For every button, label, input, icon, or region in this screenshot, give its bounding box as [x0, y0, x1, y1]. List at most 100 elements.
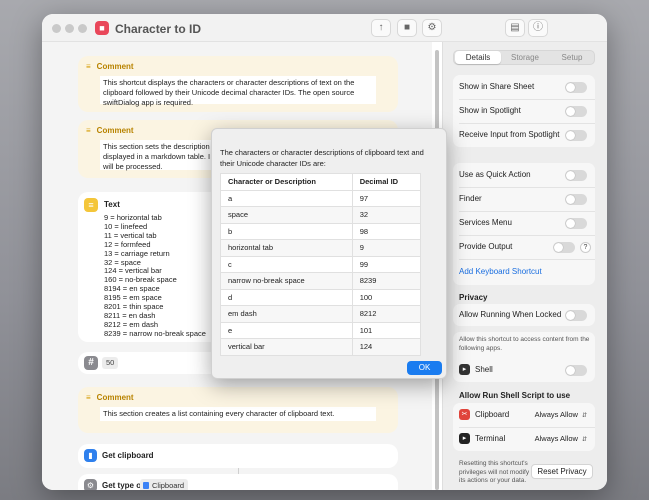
terminal-access-label: Terminal: [475, 434, 506, 443]
table-row: space 32: [220, 206, 422, 224]
run-shell-group: ✂ Clipboard Always Allow ⇵ ▸ Terminal Alw…: [453, 403, 595, 451]
character-cell: space: [220, 206, 353, 224]
shell-group: Allow this shortcut to access content fr…: [453, 332, 595, 382]
tab-details[interactable]: Details: [455, 51, 501, 64]
allow-locked-toggle[interactable]: [565, 310, 587, 321]
table-row: narrow no-break space 8239: [220, 272, 422, 290]
close-window-button[interactable]: [52, 24, 61, 33]
share-sheet-toggle[interactable]: [565, 82, 587, 93]
library-icon[interactable]: ▤: [505, 19, 525, 37]
table-row: d 100: [220, 288, 422, 306]
zoom-window-button[interactable]: [78, 24, 87, 33]
comment-action[interactable]: ≡ Comment This section creates a list con…: [78, 387, 398, 433]
services-menu-toggle[interactable]: [565, 218, 587, 229]
sharing-group: Show in Share Sheet Show in Spotlight Re…: [453, 75, 595, 147]
shell-toggle[interactable]: [565, 365, 587, 376]
clipboard-variable-label: Clipboard: [152, 481, 185, 490]
table-row: vertical bar 124: [220, 338, 422, 356]
decimal-id-cell: 100: [351, 288, 422, 306]
allow-locked-label: Allow Running When Locked: [459, 310, 562, 319]
column-header: Character or Description: [220, 173, 353, 191]
provide-output-toggle[interactable]: [553, 242, 575, 253]
row-spotlight: Show in Spotlight: [459, 99, 589, 123]
spotlight-label: Show in Spotlight: [459, 106, 521, 115]
tab-storage[interactable]: Storage: [502, 51, 548, 64]
list-icon: ≡: [86, 393, 91, 402]
row-allow-locked: Allow Running When Locked: [459, 303, 589, 327]
character-cell: narrow no-break space: [220, 272, 353, 290]
info-icon[interactable]: ⓘ: [528, 19, 548, 37]
details-panel: Details Storage Setup Show in Share Shee…: [442, 42, 607, 490]
text-line: 8239 = narrow no-break space: [104, 328, 206, 338]
share-sheet-label: Show in Share Sheet: [459, 82, 535, 91]
character-cell: vertical bar: [220, 338, 353, 356]
add-keyboard-shortcut-link[interactable]: Add Keyboard Shortcut: [459, 260, 589, 284]
provide-output-label: Provide Output: [459, 242, 513, 251]
number-value[interactable]: 50: [102, 357, 119, 369]
share-icon[interactable]: ↑: [371, 19, 391, 37]
finder-toggle[interactable]: [565, 194, 587, 205]
row-finder: Finder: [459, 187, 589, 211]
comment-label: Comment: [96, 126, 134, 135]
table-row: horizontal tab 9: [220, 239, 422, 257]
column-header: Decimal ID: [351, 173, 422, 191]
locked-group: Allow Running When Locked: [453, 304, 595, 326]
clipboard-access-select[interactable]: Always Allow ⇵: [535, 403, 587, 428]
text-content[interactable]: 9 = horizontal tab 10 = linefeed 11 = ve…: [104, 213, 206, 339]
decimal-id-cell: 9: [351, 239, 422, 257]
reset-privacy-button[interactable]: Reset Privacy: [531, 464, 593, 479]
character-cell: a: [220, 189, 353, 207]
row-provide-output: Provide Output?: [459, 235, 591, 259]
ok-button[interactable]: OK: [407, 361, 442, 375]
list-icon: ≡: [86, 62, 91, 71]
list-icon: ≡: [86, 126, 91, 135]
character-cell: e: [220, 321, 353, 339]
spotlight-input-label: Receive Input from Spotlight: [459, 130, 560, 139]
clipboard-icon: ▮: [84, 449, 97, 462]
help-icon[interactable]: ?: [580, 242, 591, 253]
spotlight-input-toggle[interactable]: [565, 130, 587, 141]
comment-header: ≡ Comment: [86, 62, 134, 71]
get-clipboard-label: Get clipboard: [102, 451, 154, 460]
terminal-access-value: Always Allow: [534, 434, 578, 443]
decimal-id-cell: 97: [351, 189, 422, 207]
table-row: e 101: [220, 321, 422, 339]
finder-label: Finder: [459, 194, 482, 203]
comment-action[interactable]: ≡ Comment This shortcut displays the char…: [78, 56, 398, 112]
shortcut-app-icon[interactable]: ■: [95, 21, 109, 35]
comment-label: Comment: [96, 62, 134, 71]
character-cell: em dash: [220, 305, 353, 323]
up-down-icon: ⇵: [581, 437, 587, 443]
clipboard-access-label: Clipboard: [475, 410, 510, 419]
text-icon: ≡: [84, 198, 98, 212]
decimal-id-cell: 124: [351, 338, 422, 356]
minimize-window-button[interactable]: [65, 24, 74, 33]
stop-icon[interactable]: ■: [397, 19, 417, 37]
table-header-row: Character or Description Decimal ID: [220, 173, 422, 191]
clipboard-access-value: Always Allow: [534, 410, 578, 419]
quick-action-label: Use as Quick Action: [459, 170, 531, 179]
quick-action-toggle[interactable]: [565, 170, 587, 181]
get-type-action[interactable]: ⚙ Get type of Clipboard: [78, 474, 398, 490]
settings-icon[interactable]: ⚙: [422, 19, 442, 37]
decimal-id-cell: 8239: [351, 272, 422, 290]
scissors-icon: ✂: [459, 409, 470, 420]
character-table: Character or Description Decimal ID a 97 s…: [220, 173, 422, 356]
clipboard-variable-chip[interactable]: Clipboard: [140, 479, 189, 490]
spotlight-toggle[interactable]: [565, 106, 587, 117]
number-icon: #: [84, 356, 98, 370]
comment-text[interactable]: This shortcut displays the characters or…: [100, 76, 376, 107]
character-cell: c: [220, 255, 353, 273]
get-clipboard-action[interactable]: ▮ Get clipboard: [78, 444, 398, 468]
character-cell: b: [220, 222, 353, 240]
comment-text[interactable]: This section creates a list containing e…: [100, 407, 376, 421]
decimal-id-cell: 98: [351, 222, 422, 240]
terminal-access-select[interactable]: Always Allow ⇵: [535, 427, 587, 452]
terminal-icon: ▸: [459, 364, 470, 375]
clipboard-variable-icon: [143, 482, 149, 489]
titlebar: ■ Character to ID ↑ ■ ⚙ ▤ ⓘ: [42, 14, 607, 42]
character-cell: horizontal tab: [220, 239, 353, 257]
tab-setup[interactable]: Setup: [549, 51, 595, 64]
window-title[interactable]: Character to ID: [115, 22, 201, 36]
decimal-id-cell: 8212: [351, 305, 422, 323]
